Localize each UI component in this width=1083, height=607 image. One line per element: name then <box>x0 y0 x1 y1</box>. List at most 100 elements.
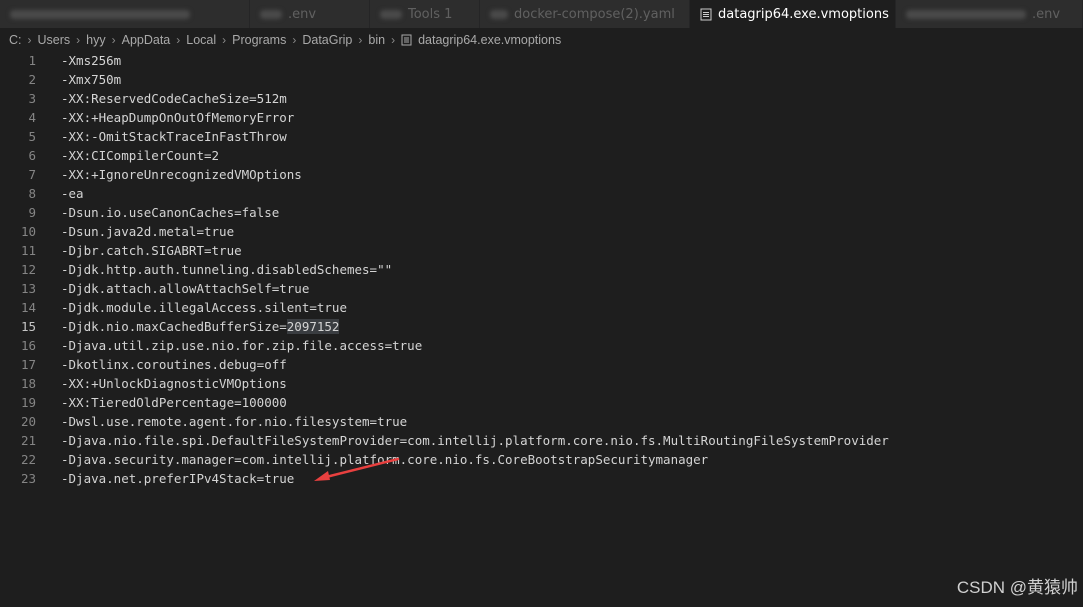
chevron-right-icon: › <box>111 33 116 47</box>
tab-4[interactable]: docker-compose(2).yaml <box>480 0 690 28</box>
code-editor[interactable]: 1 -Xms256m 2 -Xmx750m 3 -XX:ReservedCodeCache… <box>0 51 1083 607</box>
code-line[interactable]: 13 -Djdk.attach.allowAttachSelf=true <box>0 279 1083 298</box>
code-line[interactable]: 4 -XX:+HeapDumpOnOutOfMemoryError <box>0 108 1083 127</box>
code-text: -Djbr.catch.SIGABRT=true <box>61 241 242 260</box>
line-number: 4 <box>28 110 36 125</box>
line-number: 19 <box>20 395 36 410</box>
line-number: 3 <box>28 91 36 106</box>
code-line[interactable]: 1 -Xms256m <box>0 51 1083 70</box>
code-text: -XX:+UnlockDiagnosticVMOptions <box>61 374 287 393</box>
code-text: -Xmx750m <box>61 70 121 89</box>
line-number: 11 <box>20 243 36 258</box>
line-number: 18 <box>20 376 36 391</box>
code-text-segment: -Dsun.java2d.metal=true <box>61 224 235 239</box>
line-number: 14 <box>20 300 36 315</box>
code-text-segment: -Djava.util.zip.use.nio.for.zip.file.acc… <box>61 338 423 353</box>
code-text: -Dwsl.use.remote.agent.for.nio.filesyste… <box>61 412 407 431</box>
code-text: -ea <box>61 184 84 203</box>
code-line[interactable]: 20 -Dwsl.use.remote.agent.for.nio.filesys… <box>0 412 1083 431</box>
code-text-segment: -XX:CICompilerCount=2 <box>61 148 220 163</box>
code-text: -XX:ReservedCodeCacheSize=512m <box>61 89 287 108</box>
breadcrumb-item[interactable]: bin <box>368 33 385 47</box>
code-line[interactable]: 6 -XX:CICompilerCount=2 <box>0 146 1083 165</box>
code-text: -Dkotlinx.coroutines.debug=off <box>61 355 287 374</box>
code-text: -Djdk.http.auth.tunneling.disabledScheme… <box>61 260 392 279</box>
chevron-right-icon: › <box>176 33 181 47</box>
code-line[interactable]: 19 -XX:TieredOldPercentage=100000 <box>0 393 1083 412</box>
tab-label: .env <box>288 6 317 22</box>
watermark: CSDN @黄猿帅 <box>956 578 1078 597</box>
code-text-segment: -ea <box>61 186 84 201</box>
code-line[interactable]: 23 -Djava.net.preferIPv4Stack=true <box>0 469 1083 488</box>
file-icon <box>401 34 412 46</box>
code-text-segment: -XX:ReservedCodeCacheSize=512m <box>61 91 287 106</box>
tab-label: docker-compose(2).yaml <box>514 6 675 22</box>
code-line[interactable]: 18 -XX:+UnlockDiagnosticVMOptions <box>0 374 1083 393</box>
breadcrumb-item[interactable]: Users <box>38 33 71 47</box>
code-text-segment: -Djava.net.preferIPv4Stack=true <box>61 471 295 486</box>
line-number: 21 <box>20 433 36 448</box>
code-line[interactable]: 17 -Dkotlinx.coroutines.debug=off <box>0 355 1083 374</box>
code-line[interactable]: 5 -XX:-OmitStackTraceInFastThrow <box>0 127 1083 146</box>
code-text-segment: -Djbr.catch.SIGABRT=true <box>61 243 242 258</box>
tab-label: datagrip64.exe.vmoptions <box>718 6 889 22</box>
code-text-segment: -XX:-OmitStackTraceInFastThrow <box>61 129 287 144</box>
code-text-segment: -Djdk.nio.maxCachedBufferSize= <box>61 319 287 334</box>
line-number: 20 <box>20 414 36 429</box>
tab-active[interactable]: datagrip64.exe.vmoptions ✕ <box>690 0 896 28</box>
code-text-segment: -Djdk.http.auth.tunneling.disabledScheme… <box>61 262 393 277</box>
tab-2[interactable]: .env <box>250 0 370 28</box>
breadcrumb-item-file[interactable]: datagrip64.exe.vmoptions <box>418 33 561 47</box>
tab-3[interactable]: Tools 1 <box>370 0 480 28</box>
blurred-tab-label <box>10 9 190 19</box>
code-text: -Dsun.io.useCanonCaches=false <box>61 203 279 222</box>
code-line[interactable]: 11 -Djbr.catch.SIGABRT=true <box>0 241 1083 260</box>
breadcrumb-item[interactable]: DataGrip <box>302 33 352 47</box>
line-number: 13 <box>20 281 36 296</box>
line-number: 6 <box>28 148 36 163</box>
code-line[interactable]: 12 -Djdk.http.auth.tunneling.disabledSche… <box>0 260 1083 279</box>
code-line[interactable]: 10 -Dsun.java2d.metal=true <box>0 222 1083 241</box>
code-text-segment: -XX:+HeapDumpOnOutOfMemoryError <box>61 110 295 125</box>
code-line[interactable]: 7 -XX:+IgnoreUnrecognizedVMOptions <box>0 165 1083 184</box>
code-line[interactable]: 21 -Djava.nio.file.spi.DefaultFileSystemP… <box>0 431 1083 450</box>
code-text-segment: -Dsun.io.useCanonCaches=false <box>61 205 280 220</box>
chevron-right-icon: › <box>391 33 396 47</box>
code-text-segment: -Djdk.module.illegalAccess.silent=true <box>61 300 347 315</box>
code-line[interactable]: 9 -Dsun.io.useCanonCaches=false <box>0 203 1083 222</box>
line-number: 5 <box>28 129 36 144</box>
blurred-tab-icon <box>490 9 508 19</box>
tab-bar: .env Tools 1 docker-compose(2).yaml data… <box>0 0 1083 28</box>
tab-1[interactable] <box>0 0 250 28</box>
code-line[interactable]: 16 -Djava.util.zip.use.nio.for.zip.file.a… <box>0 336 1083 355</box>
code-text: -XX:-OmitStackTraceInFastThrow <box>61 127 287 146</box>
code-text: -XX:+IgnoreUnrecognizedVMOptions <box>61 165 302 184</box>
breadcrumb-item[interactable]: AppData <box>122 33 171 47</box>
tab-label: .env <box>1032 6 1061 22</box>
code-line[interactable]: 15 -Djdk.nio.maxCachedBufferSize=2097152 <box>0 317 1083 336</box>
code-text-segment: -Djava.security.manager=com.intellij.pla… <box>61 452 709 467</box>
line-number: 2 <box>28 72 36 87</box>
code-line[interactable]: 3 -XX:ReservedCodeCacheSize=512m <box>0 89 1083 108</box>
line-number: 15 <box>20 319 36 334</box>
tab-label: Tools 1 <box>408 6 453 22</box>
code-text-segment: -XX:TieredOldPercentage=100000 <box>61 395 287 410</box>
code-text: -Djava.net.preferIPv4Stack=true <box>61 469 294 488</box>
breadcrumb-item[interactable]: Local <box>186 33 216 47</box>
breadcrumb-item[interactable]: hyy <box>86 33 105 47</box>
breadcrumb: C: › Users › hyy › AppData › Local › Pro… <box>0 28 1083 52</box>
line-number: 23 <box>20 471 36 486</box>
code-text-segment: -Djava.nio.file.spi.DefaultFileSystemPro… <box>61 433 889 448</box>
line-number: 10 <box>20 224 36 239</box>
code-line[interactable]: 2 -Xmx750m <box>0 70 1083 89</box>
code-line[interactable]: 14 -Djdk.module.illegalAccess.silent=true <box>0 298 1083 317</box>
breadcrumb-item[interactable]: C: <box>9 33 22 47</box>
breadcrumb-item[interactable]: Programs <box>232 33 286 47</box>
tab-6[interactable]: .env <box>896 0 1083 28</box>
code-text-segment: -XX:+IgnoreUnrecognizedVMOptions <box>61 167 302 182</box>
code-text: -Djava.nio.file.spi.DefaultFileSystemPro… <box>61 431 889 450</box>
code-line[interactable]: 8 -ea <box>0 184 1083 203</box>
blurred-tab-label <box>906 9 1026 19</box>
code-line[interactable]: 22 -Djava.security.manager=com.intellij.p… <box>0 450 1083 469</box>
code-text: -Djdk.module.illegalAccess.silent=true <box>61 298 347 317</box>
